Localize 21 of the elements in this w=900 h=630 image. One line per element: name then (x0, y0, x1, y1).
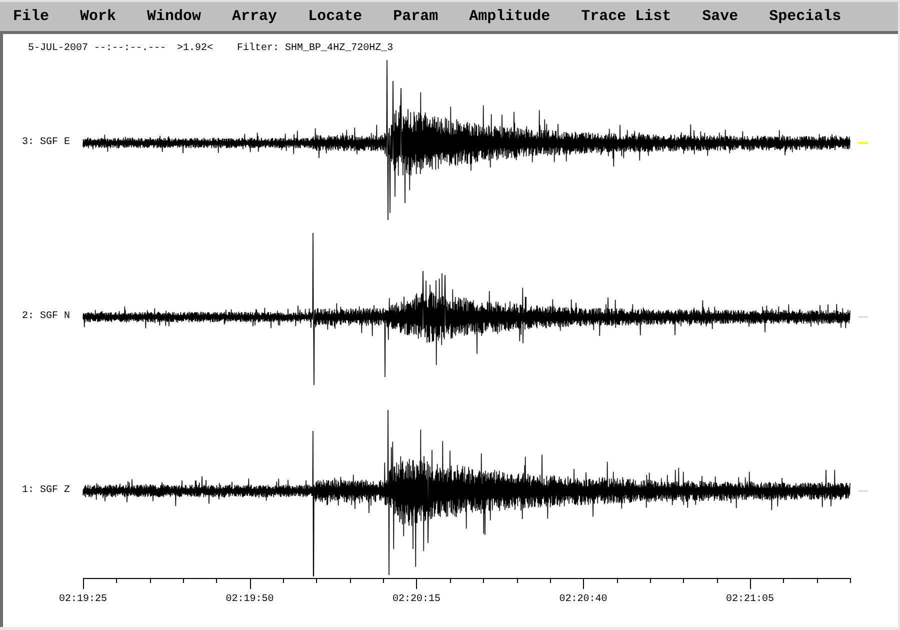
menu-item[interactable]: Array (232, 8, 278, 26)
scale-label: >1.92< (177, 43, 214, 55)
axis-tick-label: 02:19:50 (226, 594, 274, 605)
axis-tick-label: 02:20:15 (392, 594, 440, 605)
date-time-label: 5-JUL-2007 --:--:--.--- (28, 43, 166, 55)
trace-label: 3: SGF E (21, 137, 70, 149)
axis-tick-label: 02:20:40 (559, 594, 608, 605)
trace-label: 2: SGF N (21, 311, 70, 323)
menu-item[interactable]: File (13, 8, 50, 26)
menu-item[interactable]: Locate (308, 8, 362, 26)
menu-item[interactable]: Trace List (581, 8, 672, 26)
trace-label: 1: SGF Z (21, 485, 70, 497)
axis-tick-label: 02:19:25 (59, 594, 107, 605)
filter-label: Filter: SHM_BP_4HZ_720HZ_3 (237, 43, 394, 55)
menu-item[interactable]: Save (702, 8, 738, 26)
menu-item[interactable]: Param (393, 8, 438, 26)
menu-item[interactable]: Specials (769, 8, 842, 26)
menu-item[interactable]: Work (80, 8, 116, 26)
menu-item[interactable]: Window (147, 8, 202, 26)
axis-tick-label: 02:21:05 (726, 594, 774, 605)
menu-item[interactable]: Amplitude (469, 8, 550, 26)
